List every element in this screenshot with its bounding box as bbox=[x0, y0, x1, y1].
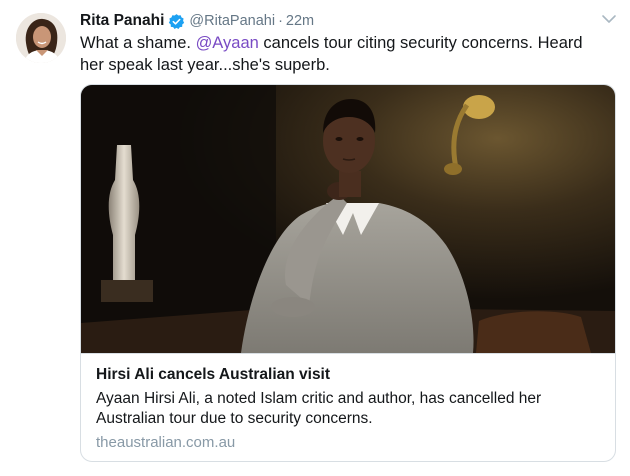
tweet-header: Rita Panahi @RitaPanahi · 22m bbox=[80, 11, 314, 31]
mention-link[interactable]: @Ayaan bbox=[196, 34, 259, 52]
tweet-text: What a shame. @Ayaan cancels tour citing… bbox=[80, 33, 610, 76]
tweet-text-part: What a shame. bbox=[80, 34, 196, 52]
card-body: Hirsi Ali cancels Australian visit Ayaan… bbox=[81, 353, 615, 461]
author-name[interactable]: Rita Panahi bbox=[80, 12, 164, 30]
tweet-timestamp[interactable]: 22m bbox=[286, 13, 314, 29]
chevron-down-icon[interactable] bbox=[600, 12, 618, 26]
card-title: Hirsi Ali cancels Australian visit bbox=[96, 366, 331, 383]
author-avatar[interactable] bbox=[16, 13, 66, 63]
card-description: Ayaan Hirsi Ali, a noted Islam critic an… bbox=[96, 390, 542, 427]
card-image bbox=[81, 85, 615, 353]
verified-badge-icon bbox=[168, 13, 185, 30]
card-domain: theaustralian.com.au bbox=[96, 434, 236, 451]
link-card[interactable]: Hirsi Ali cancels Australian visit Ayaan… bbox=[80, 84, 616, 462]
author-handle[interactable]: @RitaPanahi bbox=[189, 13, 275, 29]
header-separator: · bbox=[278, 13, 283, 29]
tweet: Rita Panahi @RitaPanahi · 22m What a sha… bbox=[0, 0, 630, 476]
